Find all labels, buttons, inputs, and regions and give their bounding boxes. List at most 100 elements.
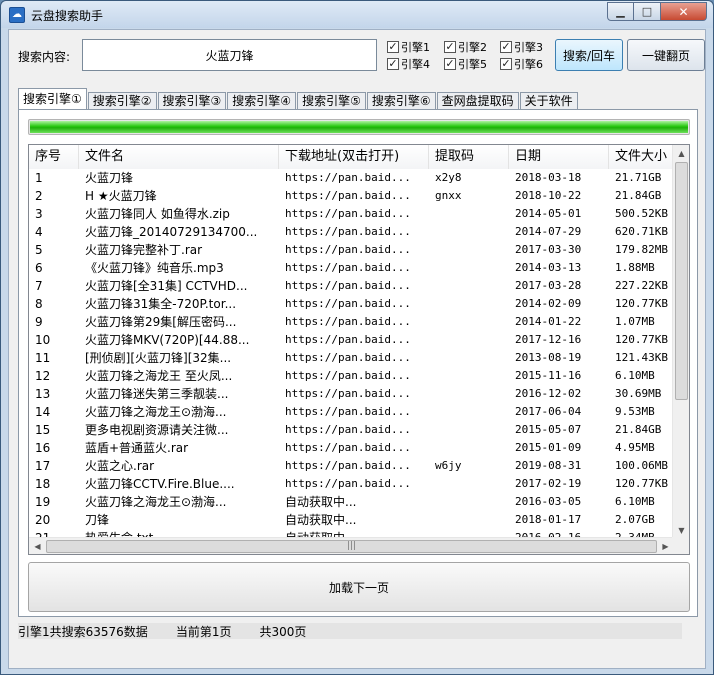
engine-label: 引擎2	[458, 41, 487, 54]
tab-engine-5[interactable]: 搜索引擎⑤	[297, 92, 366, 110]
table-row[interactable]: 10 火蓝刀锋MKV(720P)[44.88... https://pan.baid…	[29, 331, 674, 349]
table-cell: 火蓝刀锋之海龙王 至火凤...	[85, 369, 233, 383]
table-cell: 2014-03-13	[515, 261, 582, 274]
table-cell: https://pan.baid...	[285, 441, 411, 454]
table-cell: 121.43KB	[615, 351, 668, 364]
tab-about[interactable]: 关于软件	[519, 92, 578, 110]
column-header[interactable]: 文件名	[79, 145, 279, 169]
table-cell: 8	[35, 297, 43, 311]
engine-checkbox-3[interactable]: ✓ 引擎3	[500, 39, 543, 55]
engine-label: 引擎6	[514, 58, 543, 71]
table-row[interactable]: 18 火蓝刀锋CCTV.Fire.Blue.... https://pan.baid…	[29, 475, 674, 493]
table-row[interactable]: 5 火蓝刀锋完整补丁.rar https://pan.baid... 2017-03-…	[29, 241, 674, 259]
title-bar[interactable]: ☁ 云盘搜索助手 ▁ □ ✕	[1, 1, 713, 28]
horizontal-scrollbar[interactable]: ◀ ||| ▶	[29, 537, 674, 554]
table-cell: 16	[35, 441, 51, 455]
column-header[interactable]: 提取码	[429, 145, 509, 169]
table-row[interactable]: 19 火蓝刀锋之海龙王⊙渤海... 自动获取中... 2016-03-05 6.10MB	[29, 493, 674, 511]
table-row[interactable]: 11 [刑侦剧][火蓝刀锋][32集... https://pan.baid... 2…	[29, 349, 674, 367]
table-row[interactable]: 20 刀锋 自动获取中... 2018-01-17 2.07GB	[29, 511, 674, 529]
minimize-button[interactable]: ▁	[607, 2, 634, 21]
table-cell: 13	[35, 387, 51, 401]
table-cell: 2014-07-29	[515, 225, 582, 238]
engine-checkboxes: ✓ 引擎1 ✓ 引擎2 ✓ 引擎3 ✓ 引擎4 ✓ 引擎5 ✓ 引擎6	[387, 39, 557, 73]
tab-engine-6[interactable]: 搜索引擎⑥	[366, 92, 436, 110]
table-cell: 火蓝之心.rar	[85, 459, 155, 473]
table-cell: 17	[35, 459, 51, 473]
scroll-left-icon[interactable]: ◀	[29, 538, 46, 554]
table-cell: x2y8	[435, 171, 462, 184]
table-row[interactable]: 6 《火蓝刀锋》纯音乐.mp3 https://pan.baid... 2014-03…	[29, 259, 674, 277]
engine-checkbox-2[interactable]: ✓ 引擎2	[444, 39, 487, 55]
close-button[interactable]: ✕	[661, 2, 707, 21]
engine-checkbox-4[interactable]: ✓ 引擎4	[387, 56, 430, 72]
engine-checkbox-5[interactable]: ✓ 引擎5	[444, 56, 487, 72]
table-cell: 6	[35, 261, 43, 275]
table-row[interactable]: 15 更多电视剧资源请关注微... https://pan.baid... 2015-…	[29, 421, 674, 439]
table-row[interactable]: 17 火蓝之心.rar https://pan.baid... w6jy 2019-08…	[29, 457, 674, 475]
table-cell: 18	[35, 477, 51, 491]
table-cell: 更多电视剧资源请关注微...	[85, 423, 229, 437]
table-cell: https://pan.baid...	[285, 459, 411, 472]
table-cell: 2016-12-02	[515, 387, 582, 400]
engine-checkbox-1[interactable]: ✓ 引擎1	[387, 39, 430, 55]
table-row[interactable]: 7 火蓝刀锋[全31集] CCTVHD... https://pan.baid...…	[29, 277, 674, 295]
engine-checkbox-6[interactable]: ✓ 引擎6	[500, 56, 543, 72]
table-cell: https://pan.baid...	[285, 351, 411, 364]
table-cell: 火蓝刀锋迷失第三季靓装...	[85, 387, 229, 401]
table-row[interactable]: 1 火蓝刀锋 https://pan.baid... x2y8 2018-03-18 21…	[29, 169, 674, 187]
table-cell	[429, 295, 509, 313]
table-cell: 2014-01-22	[515, 315, 582, 328]
table-cell: https://pan.baid...	[285, 477, 411, 490]
tab-engine-2[interactable]: 搜索引擎②	[87, 92, 157, 110]
table-row[interactable]: 13 火蓝刀锋迷失第三季靓装... https://pan.baid... 2016-…	[29, 385, 674, 403]
table-row[interactable]: 14 火蓝刀锋之海龙王⊙渤海... https://pan.baid... 2017-…	[29, 403, 674, 421]
table-cell: 3	[35, 207, 43, 221]
tab-engine-1[interactable]: 搜索引擎①	[18, 88, 87, 110]
table-cell: 2017-03-30	[515, 243, 582, 256]
column-header[interactable]: 日期	[509, 145, 609, 169]
checkbox-icon: ✓	[444, 57, 456, 70]
table-row[interactable]: 9 火蓝刀锋第29集[解压密码... https://pan.baid... 2014…	[29, 313, 674, 331]
tab-extract-code[interactable]: 查网盘提取码	[436, 92, 519, 110]
tab-engine-3[interactable]: 搜索引擎③	[157, 92, 227, 110]
progress-fill	[30, 121, 688, 133]
load-next-page-button[interactable]: 加载下一页	[28, 562, 690, 612]
table-row[interactable]: 3 火蓝刀锋同人 如鱼得水.zip https://pan.baid... 2014-…	[29, 205, 674, 223]
table-row[interactable]: 8 火蓝刀锋31集全-720P.tor... https://pan.baid...…	[29, 295, 674, 313]
scroll-up-icon[interactable]: ▲	[673, 145, 689, 162]
horizontal-scroll-thumb[interactable]: |||	[46, 540, 657, 553]
table-row[interactable]: 4 火蓝刀锋_20140729134700... https://pan.baid.…	[29, 223, 674, 241]
table-cell: 2017-06-04	[515, 405, 582, 418]
column-header[interactable]: 序号	[29, 145, 79, 169]
table-cell: 14	[35, 405, 51, 419]
tab-bar: 搜索引擎① 搜索引擎② 搜索引擎③ 搜索引擎④ 搜索引擎⑤ 搜索引擎⑥ 查网盘提…	[18, 88, 579, 110]
table-cell: w6jy	[435, 459, 462, 472]
table-cell: 火蓝刀锋同人 如鱼得水.zip	[85, 207, 230, 221]
vertical-scroll-thumb[interactable]	[675, 162, 688, 400]
vertical-scrollbar[interactable]: ▲ ▼	[672, 145, 689, 539]
flip-all-pages-button[interactable]: 一键翻页	[627, 39, 705, 71]
column-header[interactable]: 文件大小	[609, 145, 674, 169]
search-button[interactable]: 搜索/回车	[555, 39, 623, 71]
app-window: ☁ 云盘搜索助手 ▁ □ ✕ 搜索内容: ✓引擎1 ✓引擎2 ✓引擎3 ✓引擎4…	[0, 0, 714, 675]
column-header[interactable]: 下载地址(双击打开)	[279, 145, 429, 169]
maximize-button[interactable]: □	[634, 2, 661, 21]
table-cell: https://pan.baid...	[285, 297, 411, 310]
checkbox-icon: ✓	[500, 57, 512, 70]
table-cell: 2018-01-17	[515, 513, 582, 526]
table-cell: [刑侦剧][火蓝刀锋][32集...	[85, 351, 232, 365]
table-cell: 6.10MB	[615, 369, 655, 382]
table-row[interactable]: 12 火蓝刀锋之海龙王 至火凤... https://pan.baid... 2015…	[29, 367, 674, 385]
table-cell: 蓝盾+普通蓝火.rar	[85, 441, 189, 455]
tab-engine-4[interactable]: 搜索引擎④	[227, 92, 297, 110]
table-body: 1 火蓝刀锋 https://pan.baid... x2y8 2018-03-18 21…	[29, 169, 674, 547]
table-cell: 30.69MB	[615, 387, 662, 400]
table-row[interactable]: 2 H ★火蓝刀锋 https://pan.baid... gnxx 2018-10-2…	[29, 187, 674, 205]
table-row[interactable]: 16 蓝盾+普通蓝火.rar https://pan.baid... 2015-01-…	[29, 439, 674, 457]
search-input[interactable]	[82, 39, 377, 71]
table-cell: 2.07GB	[615, 513, 655, 526]
table-cell: 179.82MB	[615, 243, 668, 256]
table-cell: 21.84GB	[615, 189, 662, 202]
table-cell: 120.77KB	[615, 333, 668, 346]
